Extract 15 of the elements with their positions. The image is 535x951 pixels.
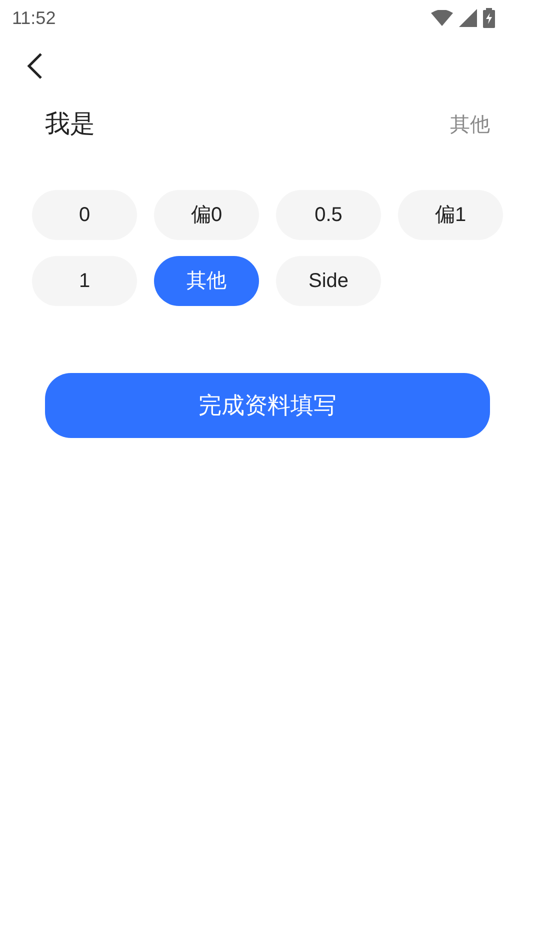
header-value: 其他 [450,112,490,138]
back-icon[interactable] [26,52,44,80]
battery-icon [483,8,495,28]
option-chip[interactable]: 偏1 [398,190,503,240]
submit-button[interactable]: 完成资料填写 [45,372,490,438]
signal-icon [459,9,477,27]
wifi-icon [431,10,453,26]
option-chip[interactable]: 其他 [154,256,259,306]
header-title: 我是 [45,109,95,140]
option-chip[interactable]: Side [276,256,381,306]
status-time: 11:52 [12,6,56,30]
option-chip[interactable]: 0.5 [276,190,381,240]
option-chip[interactable]: 0 [32,190,137,240]
option-chip[interactable]: 1 [32,256,137,306]
option-chip[interactable]: 偏0 [154,190,259,240]
